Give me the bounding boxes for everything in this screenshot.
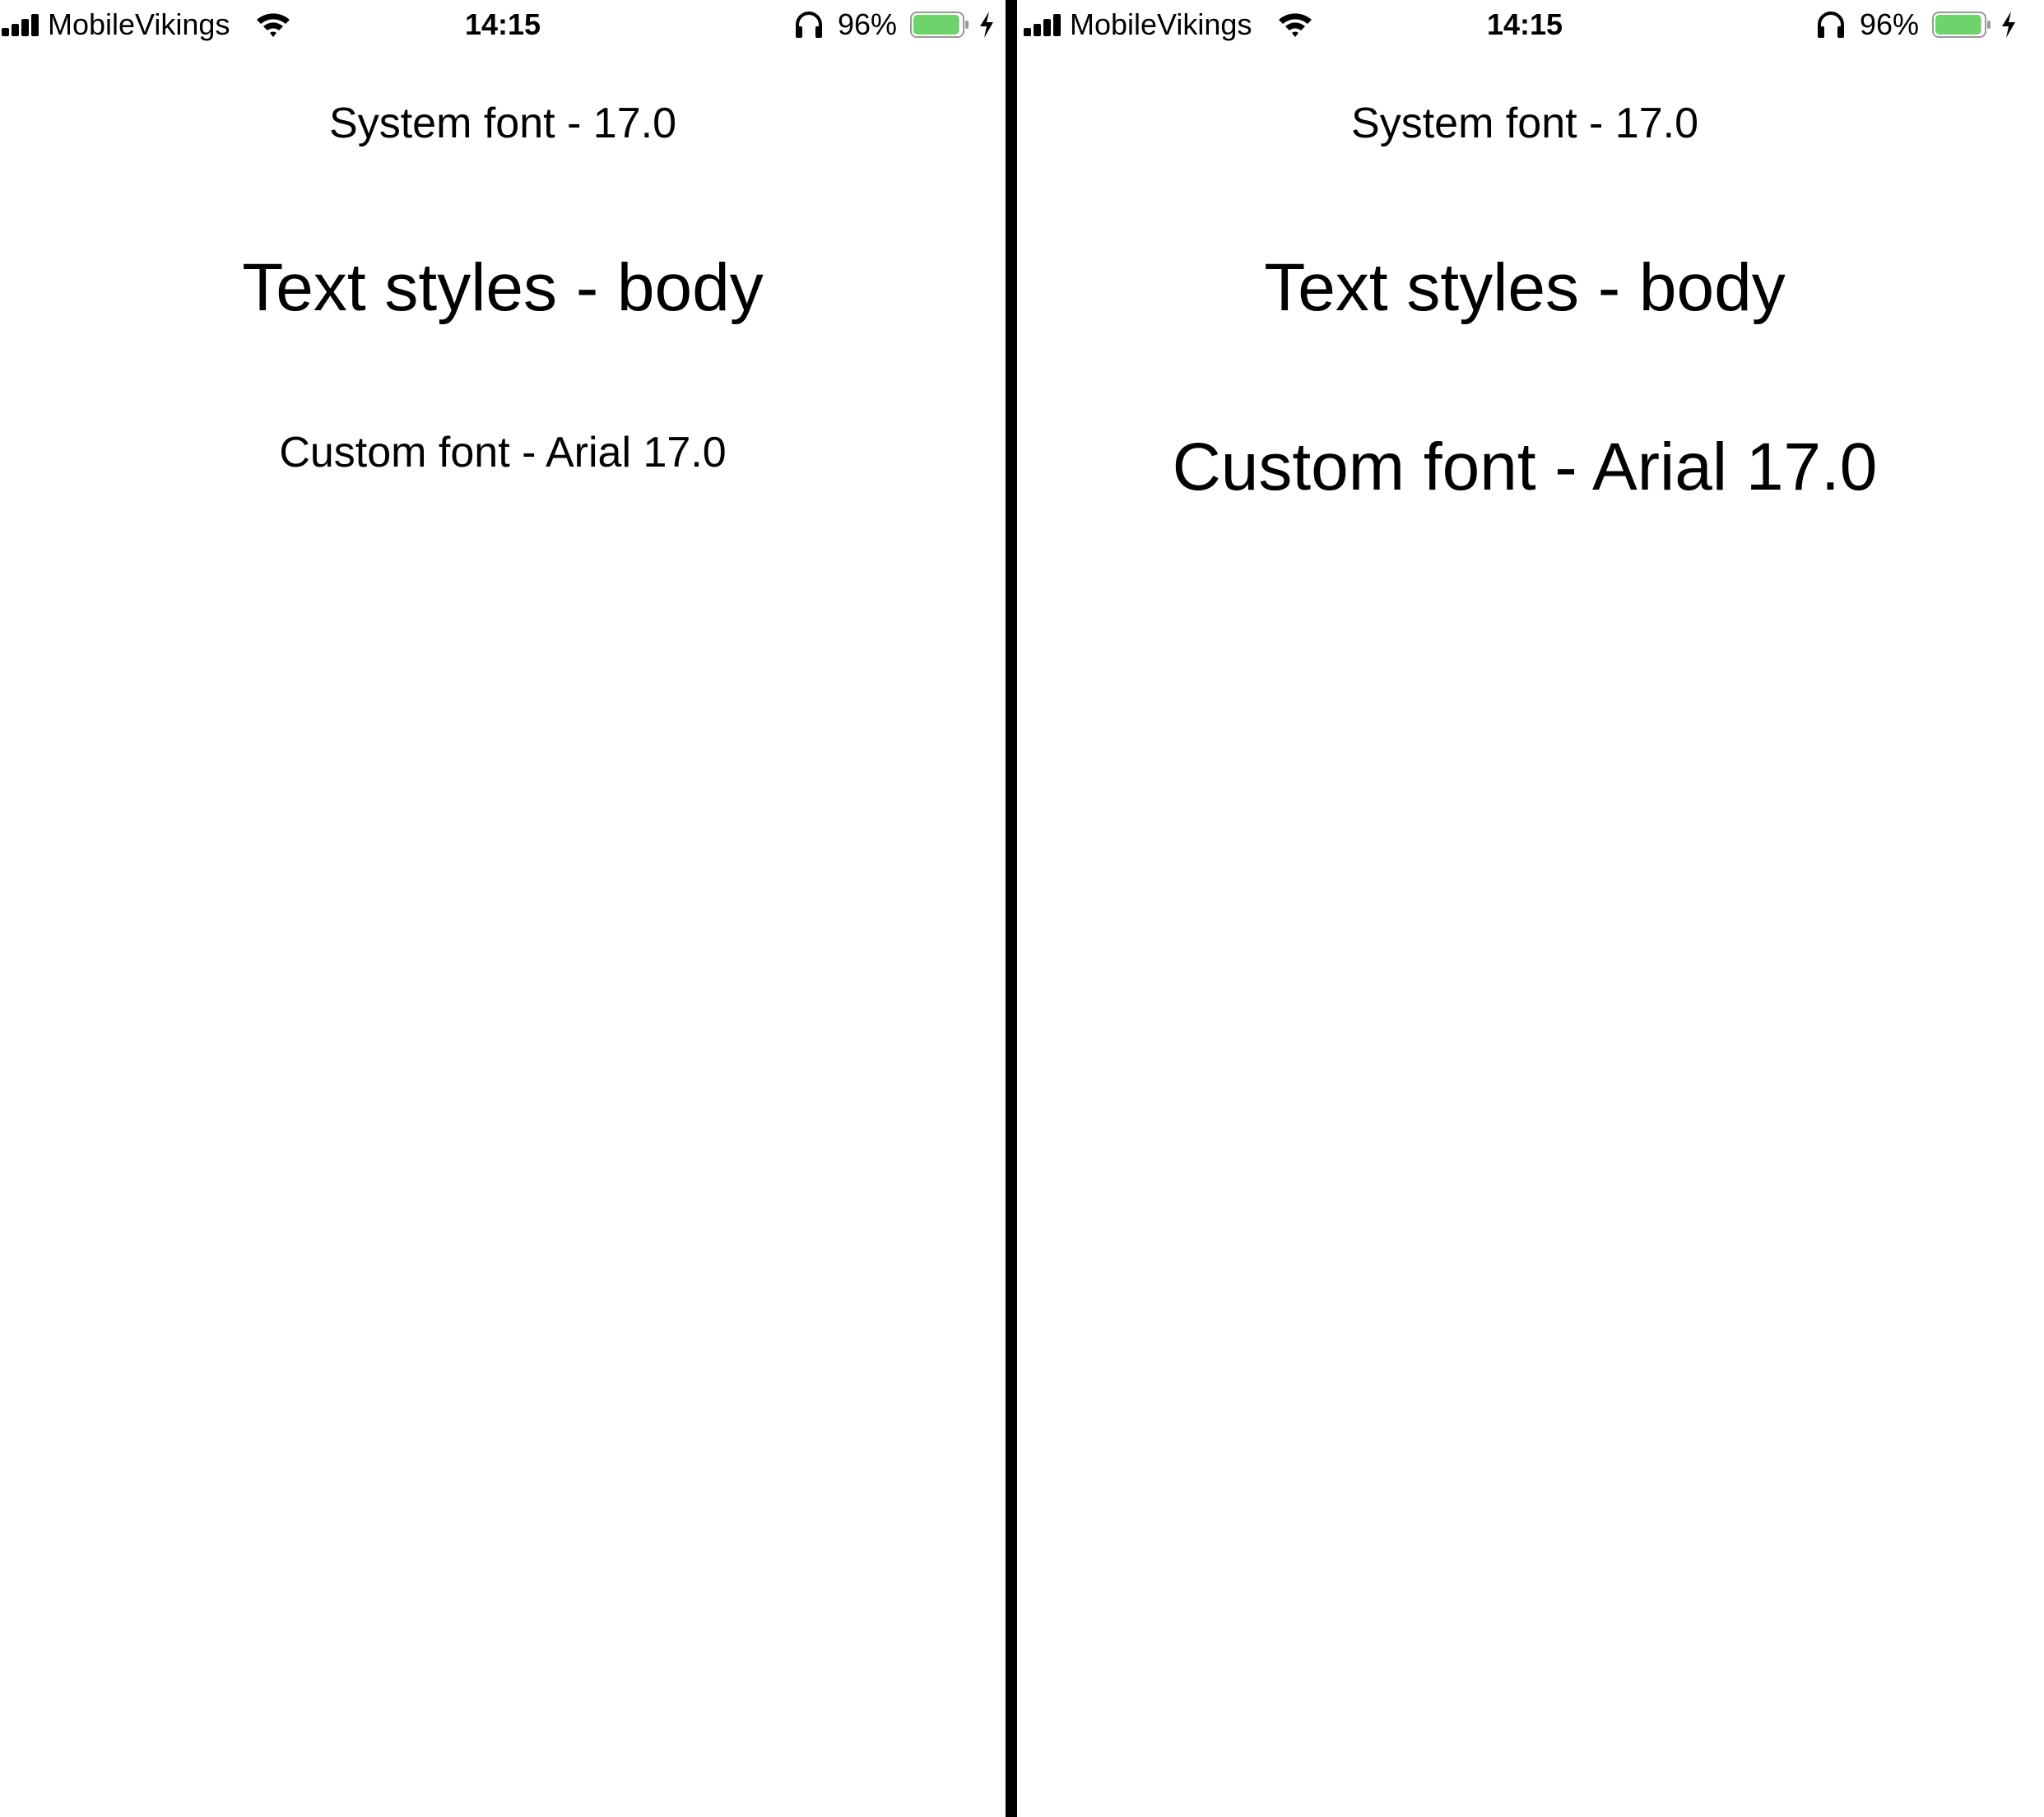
headphones-icon: [796, 12, 822, 38]
battery-percentage: 96%: [838, 7, 898, 41]
custom-font-label: Custom font - Arial 17.0: [279, 429, 727, 476]
comparison-stage: MobileVikings 14:15 96% System font - 17…: [0, 0, 2044, 1817]
system-font-label: System font - 17.0: [329, 100, 676, 147]
divider-line: [1006, 0, 1017, 1817]
text-style-body-label: Text styles - body: [242, 250, 764, 325]
custom-font-label: Custom font - Arial 17.0: [1172, 430, 1878, 504]
charging-bolt-icon: [2002, 12, 2015, 38]
system-font-label: System font - 17.0: [1351, 100, 1698, 147]
charging-bolt-icon: [980, 12, 993, 38]
right-screenshot: MobileVikings 14:15 96% System font - 17…: [1022, 0, 2028, 1817]
battery-percentage: 96%: [1860, 7, 1920, 41]
status-bar: MobileVikings 14:15 96%: [0, 0, 1006, 51]
text-style-body-label: Text styles - body: [1264, 250, 1786, 325]
battery-icon: [1932, 12, 1991, 38]
left-screenshot: MobileVikings 14:15 96% System font - 17…: [0, 0, 1006, 1817]
status-bar: MobileVikings 14:15 96%: [1022, 0, 2028, 51]
battery-icon: [910, 12, 969, 38]
headphones-icon: [1818, 12, 1844, 38]
